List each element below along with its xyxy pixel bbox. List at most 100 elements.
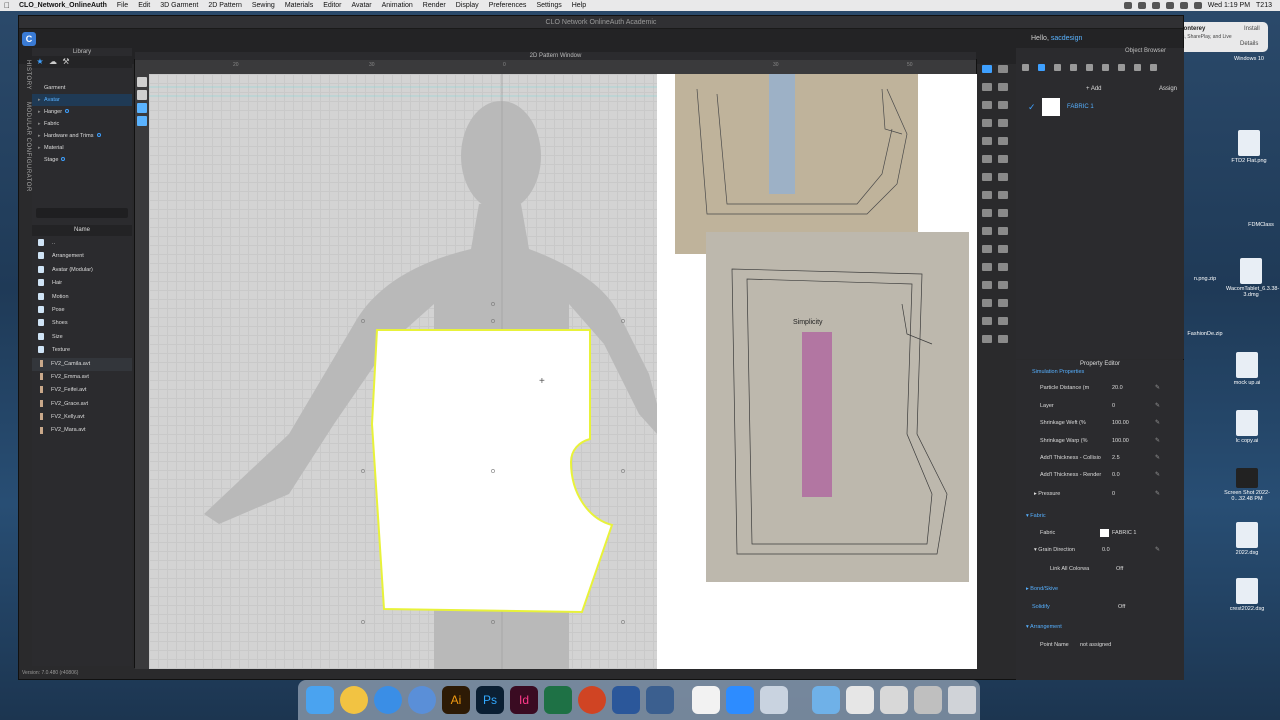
section-simulation-properties[interactable]: Simulation Properties xyxy=(1016,366,1184,378)
tool-icon[interactable] xyxy=(998,245,1008,253)
menu-edit[interactable]: Edit xyxy=(133,2,155,9)
menu-avatar[interactable]: Avatar xyxy=(347,2,377,9)
desktop-icon[interactable]: lc copy.ai xyxy=(1222,410,1272,444)
install-button[interactable]: Install xyxy=(1244,26,1260,32)
tool-icon[interactable] xyxy=(982,335,992,343)
word-icon[interactable] xyxy=(612,686,640,714)
prop-row-fabric[interactable]: Fabric FABRIC 1 xyxy=(1016,527,1184,539)
desktop-icon[interactable]: FTD2 Flat.png xyxy=(1224,130,1274,164)
tool-icon[interactable] xyxy=(982,155,992,163)
prop-row[interactable]: Add'l Thickness - Collisio 2.5 ✎ xyxy=(1016,452,1184,464)
menu-settings[interactable]: Settings xyxy=(531,2,566,9)
menu-sewing[interactable]: Sewing xyxy=(247,2,280,9)
section-fabric[interactable]: ▾ Fabric xyxy=(1016,510,1184,522)
tree-item-stage[interactable]: Stage xyxy=(32,154,132,166)
cloud-icon[interactable]: ☁ xyxy=(49,58,57,66)
prop-row[interactable]: Particle Distance (m 20.0 ✎ xyxy=(1016,382,1184,394)
tool-icon[interactable] xyxy=(137,116,147,126)
list-item[interactable]: FV2_Camila.avt xyxy=(32,357,132,371)
list-item[interactable]: Arrangement xyxy=(32,250,132,263)
tool-icon[interactable] xyxy=(982,65,992,73)
hello-user[interactable]: Hello, sacdesign xyxy=(1031,35,1082,42)
list-item[interactable]: Texture xyxy=(32,344,132,357)
list-item[interactable]: FV2_Emma.avt xyxy=(32,371,132,384)
desktop-icon[interactable]: 2022.dsg xyxy=(1222,522,1272,556)
desktop-icon[interactable]: mock up.ai xyxy=(1222,352,1272,386)
status-icon[interactable] xyxy=(1137,2,1146,9)
powerpoint-icon[interactable] xyxy=(578,686,606,714)
desktop-icon[interactable]: WacomTablet_6.3.38-3.dmg xyxy=(1226,258,1279,298)
tool-icon[interactable] xyxy=(998,173,1008,181)
tool-icon[interactable] xyxy=(998,155,1008,163)
assign-button[interactable]: Assign xyxy=(1159,86,1177,92)
tool-icon[interactable] xyxy=(998,317,1008,325)
tab-icon[interactable] xyxy=(1134,63,1141,71)
menu-preferences[interactable]: Preferences xyxy=(484,2,532,9)
safari-icon[interactable] xyxy=(374,686,402,714)
list-item[interactable]: Hair xyxy=(32,277,132,290)
menu-render[interactable]: Render xyxy=(418,2,451,9)
tool-icon[interactable] xyxy=(982,119,992,127)
menu-2d-pattern[interactable]: 2D Pattern xyxy=(203,2,246,9)
tree-item-hardware[interactable]: ▸ Hardware and Trims xyxy=(32,130,132,142)
list-item[interactable]: Motion xyxy=(32,291,132,304)
menu-materials[interactable]: Materials xyxy=(280,2,318,9)
tool-icon[interactable] xyxy=(982,209,992,217)
finder-icon[interactable] xyxy=(306,686,334,714)
menu-help[interactable]: Help xyxy=(567,2,591,9)
list-item[interactable]: Pose xyxy=(32,304,132,317)
tree-item-material[interactable]: ▸ Material xyxy=(32,142,132,154)
tool-icon[interactable] xyxy=(998,281,1008,289)
tool-icon[interactable] xyxy=(982,281,992,289)
clock[interactable]: Wed 1:19 PM xyxy=(1208,2,1250,9)
list-item[interactable]: FV2_Mara.avt xyxy=(32,424,132,437)
tool-icon[interactable] xyxy=(998,137,1008,145)
menu-file[interactable]: File xyxy=(112,2,133,9)
desktop-icon[interactable]: n.png.zip xyxy=(1180,250,1230,282)
menu-animation[interactable]: Animation xyxy=(377,2,418,9)
trash-icon[interactable] xyxy=(948,686,976,714)
star-icon[interactable]: ★ xyxy=(36,58,44,66)
chrome-icon[interactable] xyxy=(340,686,368,714)
desktop-icon[interactable]: FDMClass xyxy=(1236,200,1280,228)
prop-row-pressure[interactable]: ▸ Pressure 0 ✎ xyxy=(1016,488,1184,500)
clo-icon[interactable] xyxy=(408,686,436,714)
tab-modular-configurator[interactable]: MODULAR CONFIGURATOR xyxy=(19,102,31,192)
menu-editor[interactable]: Editor xyxy=(318,2,346,9)
tool-icon[interactable] xyxy=(998,209,1008,217)
tool-icon[interactable] xyxy=(998,227,1008,235)
document-stack-icon[interactable] xyxy=(846,686,874,714)
pattern-canvas[interactable]: + xyxy=(149,74,657,669)
preview-icon[interactable] xyxy=(760,686,788,714)
fabric-list-item[interactable]: ✓ FABRIC 1 xyxy=(1016,96,1184,120)
menu-3d-garment[interactable]: 3D Garment xyxy=(155,2,203,9)
battery-icon[interactable] xyxy=(1165,2,1174,9)
tree-item-avatar[interactable]: ▸ Avatar xyxy=(32,94,132,106)
tool-icon[interactable] xyxy=(998,263,1008,271)
add-button[interactable]: + Add xyxy=(1086,86,1102,92)
tool-icon[interactable] xyxy=(982,263,992,271)
tools-icon[interactable]: ⚒ xyxy=(62,58,70,66)
tool-icon[interactable] xyxy=(998,335,1008,343)
name-column-header[interactable]: Name xyxy=(32,225,132,236)
menu-display[interactable]: Display xyxy=(451,2,484,9)
tab-icon[interactable] xyxy=(1086,63,1093,71)
tab-icon[interactable] xyxy=(1038,63,1045,71)
tab-icon[interactable] xyxy=(1022,63,1029,71)
tool-icon[interactable] xyxy=(982,299,992,307)
tool-icon[interactable] xyxy=(998,191,1008,199)
tool-icon[interactable] xyxy=(982,83,992,91)
tool-icon[interactable] xyxy=(998,299,1008,307)
list-item[interactable]: Shoes xyxy=(32,317,132,330)
tab-icon[interactable] xyxy=(1102,63,1109,71)
tree-item-garment[interactable]: Garment xyxy=(32,82,132,94)
clo-logo-icon[interactable]: C xyxy=(22,32,36,46)
image-stack-icon[interactable] xyxy=(914,686,942,714)
screenshot-stack-icon[interactable] xyxy=(880,686,908,714)
prop-row[interactable]: Add'l Thickness - Render 0.0 ✎ xyxy=(1016,469,1184,481)
pattern-canvas-white[interactable]: Simplicity xyxy=(657,74,977,669)
user-name[interactable]: T213 xyxy=(1256,2,1272,9)
photoshop-icon[interactable]: Ps xyxy=(476,686,504,714)
indesign-icon[interactable]: Id xyxy=(510,686,538,714)
list-item[interactable]: .. xyxy=(32,237,132,250)
